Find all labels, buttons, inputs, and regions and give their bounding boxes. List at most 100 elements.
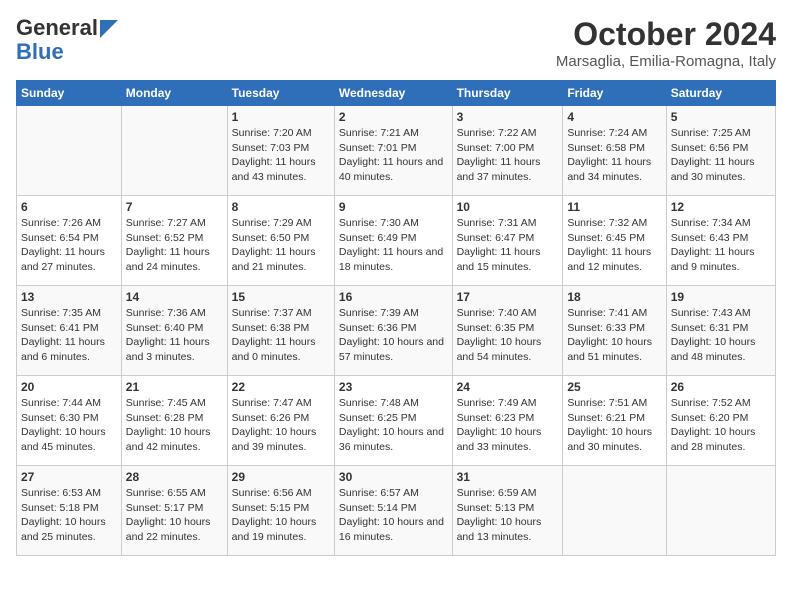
day-info: Sunrise: 6:57 AM Sunset: 5:14 PM Dayligh… bbox=[339, 486, 448, 545]
calendar-cell: 7 Sunrise: 7:27 AM Sunset: 6:52 PM Daylig… bbox=[121, 196, 227, 286]
day-number: 19 bbox=[671, 290, 771, 304]
day-info: Sunrise: 7:43 AM Sunset: 6:31 PM Dayligh… bbox=[671, 306, 771, 365]
calendar-week-4: 20 Sunrise: 7:44 AM Sunset: 6:30 PM Dayli… bbox=[17, 376, 776, 466]
calendar-header: Sunday Monday Tuesday Wednesday Thursday… bbox=[17, 81, 776, 106]
day-info: Sunrise: 7:32 AM Sunset: 6:45 PM Dayligh… bbox=[567, 216, 661, 275]
calendar-cell bbox=[563, 466, 666, 556]
calendar-cell: 25 Sunrise: 7:51 AM Sunset: 6:21 PM Dayli… bbox=[563, 376, 666, 466]
calendar-cell: 30 Sunrise: 6:57 AM Sunset: 5:14 PM Dayli… bbox=[334, 466, 452, 556]
day-info: Sunrise: 7:44 AM Sunset: 6:30 PM Dayligh… bbox=[21, 396, 117, 455]
calendar-cell: 28Sunrise: 6:55 AM Sunset: 5:17 PM Dayli… bbox=[121, 466, 227, 556]
day-number: 26 bbox=[671, 380, 771, 394]
calendar-cell: 9 Sunrise: 7:30 AM Sunset: 6:49 PM Daylig… bbox=[334, 196, 452, 286]
day-info: Sunrise: 7:31 AM Sunset: 6:47 PM Dayligh… bbox=[457, 216, 559, 275]
calendar-cell: 8 Sunrise: 7:29 AM Sunset: 6:50 PM Daylig… bbox=[227, 196, 334, 286]
day-number: 25 bbox=[567, 380, 661, 394]
day-number: 15 bbox=[232, 290, 330, 304]
day-number: 27 bbox=[21, 470, 117, 484]
calendar-cell: 18 Sunrise: 7:41 AM Sunset: 6:33 PM Dayli… bbox=[563, 286, 666, 376]
day-number: 9 bbox=[339, 200, 448, 214]
col-monday: Monday bbox=[121, 81, 227, 106]
day-info: Sunrise: 7:34 AM Sunset: 6:43 PM Dayligh… bbox=[671, 216, 771, 275]
logo-general: General bbox=[16, 16, 98, 40]
calendar-cell: 27 Sunrise: 6:53 AM Sunset: 5:18 PM Dayli… bbox=[17, 466, 122, 556]
day-number: 18 bbox=[567, 290, 661, 304]
day-info: Sunrise: 6:59 AM Sunset: 5:13 PM Dayligh… bbox=[457, 486, 559, 545]
col-wednesday: Wednesday bbox=[334, 81, 452, 106]
calendar-cell: 11Sunrise: 7:32 AM Sunset: 6:45 PM Dayli… bbox=[563, 196, 666, 286]
day-info: Sunrise: 7:26 AM Sunset: 6:54 PM Dayligh… bbox=[21, 216, 117, 275]
day-number: 30 bbox=[339, 470, 448, 484]
day-info: Sunrise: 7:40 AM Sunset: 6:35 PM Dayligh… bbox=[457, 306, 559, 365]
day-info: Sunrise: 7:41 AM Sunset: 6:33 PM Dayligh… bbox=[567, 306, 661, 365]
day-info: Sunrise: 7:49 AM Sunset: 6:23 PM Dayligh… bbox=[457, 396, 559, 455]
day-number: 29 bbox=[232, 470, 330, 484]
calendar-cell: 13 Sunrise: 7:35 AM Sunset: 6:41 PM Dayli… bbox=[17, 286, 122, 376]
page-header: General Blue October 2024 Marsaglia, Emi… bbox=[16, 16, 776, 70]
calendar-cell: 3Sunrise: 7:22 AM Sunset: 7:00 PM Daylig… bbox=[452, 106, 563, 196]
col-tuesday: Tuesday bbox=[227, 81, 334, 106]
day-number: 8 bbox=[232, 200, 330, 214]
calendar-week-2: 6 Sunrise: 7:26 AM Sunset: 6:54 PM Daylig… bbox=[17, 196, 776, 286]
day-number: 4 bbox=[567, 110, 661, 124]
day-info: Sunrise: 7:36 AM Sunset: 6:40 PM Dayligh… bbox=[126, 306, 223, 365]
calendar-cell bbox=[121, 106, 227, 196]
calendar-cell: 20 Sunrise: 7:44 AM Sunset: 6:30 PM Dayli… bbox=[17, 376, 122, 466]
day-info: Sunrise: 7:22 AM Sunset: 7:00 PM Dayligh… bbox=[457, 126, 559, 185]
location: Marsaglia, Emilia-Romagna, Italy bbox=[556, 53, 776, 70]
calendar-cell: 24 Sunrise: 7:49 AM Sunset: 6:23 PM Dayli… bbox=[452, 376, 563, 466]
day-info: Sunrise: 6:56 AM Sunset: 5:15 PM Dayligh… bbox=[232, 486, 330, 545]
calendar-cell: 21Sunrise: 7:45 AM Sunset: 6:28 PM Dayli… bbox=[121, 376, 227, 466]
day-info: Sunrise: 7:35 AM Sunset: 6:41 PM Dayligh… bbox=[21, 306, 117, 365]
day-info: Sunrise: 7:29 AM Sunset: 6:50 PM Dayligh… bbox=[232, 216, 330, 275]
calendar-cell: 23Sunrise: 7:48 AM Sunset: 6:25 PM Dayli… bbox=[334, 376, 452, 466]
day-info: Sunrise: 6:53 AM Sunset: 5:18 PM Dayligh… bbox=[21, 486, 117, 545]
day-number: 20 bbox=[21, 380, 117, 394]
calendar-body: 1Sunrise: 7:20 AM Sunset: 7:03 PM Daylig… bbox=[17, 106, 776, 556]
day-number: 5 bbox=[671, 110, 771, 124]
col-friday: Friday bbox=[563, 81, 666, 106]
day-info: Sunrise: 7:20 AM Sunset: 7:03 PM Dayligh… bbox=[232, 126, 330, 185]
calendar-cell: 26 Sunrise: 7:52 AM Sunset: 6:20 PM Dayli… bbox=[666, 376, 775, 466]
calendar-cell bbox=[666, 466, 775, 556]
day-info: Sunrise: 7:24 AM Sunset: 6:58 PM Dayligh… bbox=[567, 126, 661, 185]
calendar-cell: 17Sunrise: 7:40 AM Sunset: 6:35 PM Dayli… bbox=[452, 286, 563, 376]
calendar-cell bbox=[17, 106, 122, 196]
day-info: Sunrise: 7:27 AM Sunset: 6:52 PM Dayligh… bbox=[126, 216, 223, 275]
day-number: 6 bbox=[21, 200, 117, 214]
day-info: Sunrise: 7:47 AM Sunset: 6:26 PM Dayligh… bbox=[232, 396, 330, 455]
title-section: October 2024 Marsaglia, Emilia-Romagna, … bbox=[556, 16, 776, 70]
day-info: Sunrise: 7:39 AM Sunset: 6:36 PM Dayligh… bbox=[339, 306, 448, 365]
day-info: Sunrise: 7:37 AM Sunset: 6:38 PM Dayligh… bbox=[232, 306, 330, 365]
calendar-week-3: 13 Sunrise: 7:35 AM Sunset: 6:41 PM Dayli… bbox=[17, 286, 776, 376]
day-number: 2 bbox=[339, 110, 448, 124]
day-info: Sunrise: 7:25 AM Sunset: 6:56 PM Dayligh… bbox=[671, 126, 771, 185]
calendar-cell: 10Sunrise: 7:31 AM Sunset: 6:47 PM Dayli… bbox=[452, 196, 563, 286]
calendar-cell: 19 Sunrise: 7:43 AM Sunset: 6:31 PM Dayli… bbox=[666, 286, 775, 376]
calendar-cell: 5 Sunrise: 7:25 AM Sunset: 6:56 PM Daylig… bbox=[666, 106, 775, 196]
calendar-cell: 15 Sunrise: 7:37 AM Sunset: 6:38 PM Dayli… bbox=[227, 286, 334, 376]
col-sunday: Sunday bbox=[17, 81, 122, 106]
day-number: 16 bbox=[339, 290, 448, 304]
logo-blue: Blue bbox=[16, 40, 64, 64]
day-number: 22 bbox=[232, 380, 330, 394]
calendar-cell: 1Sunrise: 7:20 AM Sunset: 7:03 PM Daylig… bbox=[227, 106, 334, 196]
day-number: 21 bbox=[126, 380, 223, 394]
day-number: 13 bbox=[21, 290, 117, 304]
day-info: Sunrise: 7:51 AM Sunset: 6:21 PM Dayligh… bbox=[567, 396, 661, 455]
day-number: 24 bbox=[457, 380, 559, 394]
month-title: October 2024 bbox=[556, 16, 776, 53]
calendar-week-5: 27 Sunrise: 6:53 AM Sunset: 5:18 PM Dayli… bbox=[17, 466, 776, 556]
calendar-cell: 4 Sunrise: 7:24 AM Sunset: 6:58 PM Daylig… bbox=[563, 106, 666, 196]
day-info: Sunrise: 7:30 AM Sunset: 6:49 PM Dayligh… bbox=[339, 216, 448, 275]
day-info: Sunrise: 7:48 AM Sunset: 6:25 PM Dayligh… bbox=[339, 396, 448, 455]
col-saturday: Saturday bbox=[666, 81, 775, 106]
calendar-cell: 6 Sunrise: 7:26 AM Sunset: 6:54 PM Daylig… bbox=[17, 196, 122, 286]
day-number: 12 bbox=[671, 200, 771, 214]
day-info: Sunrise: 6:55 AM Sunset: 5:17 PM Dayligh… bbox=[126, 486, 223, 545]
day-info: Sunrise: 7:52 AM Sunset: 6:20 PM Dayligh… bbox=[671, 396, 771, 455]
calendar-cell: 12 Sunrise: 7:34 AM Sunset: 6:43 PM Dayli… bbox=[666, 196, 775, 286]
header-row: Sunday Monday Tuesday Wednesday Thursday… bbox=[17, 81, 776, 106]
day-number: 7 bbox=[126, 200, 223, 214]
calendar-week-1: 1Sunrise: 7:20 AM Sunset: 7:03 PM Daylig… bbox=[17, 106, 776, 196]
